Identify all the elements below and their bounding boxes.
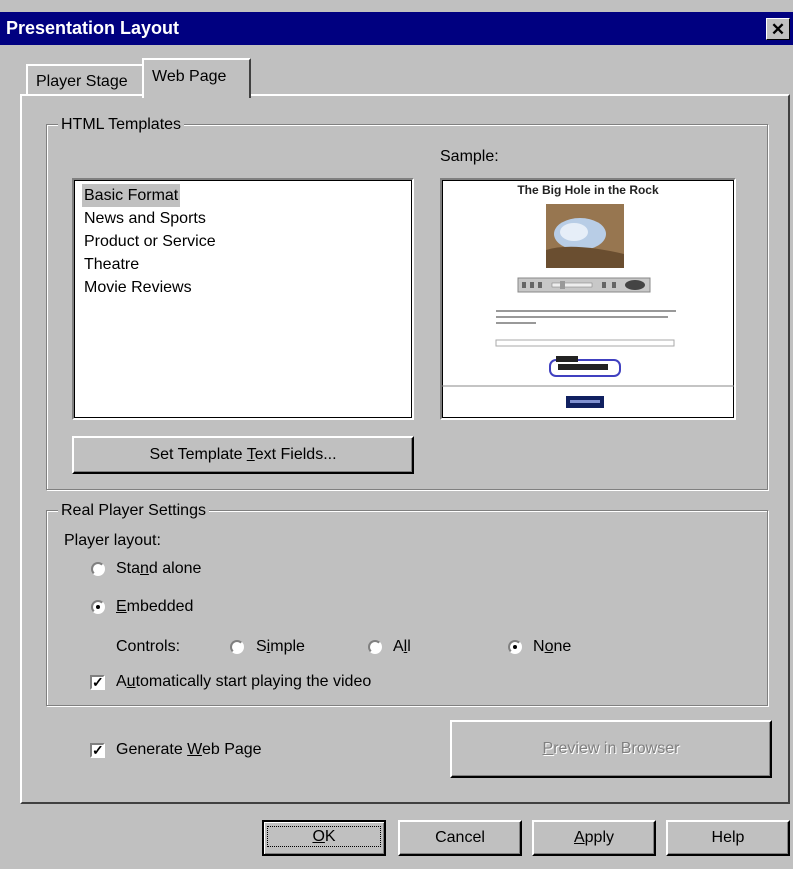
set-template-text-fields-button[interactable]: Set Template Text Fields...	[72, 436, 414, 474]
controls-simple-label[interactable]: Simple	[256, 638, 305, 656]
embedded-label[interactable]: Embedded	[116, 598, 193, 616]
tab-player-stage[interactable]: Player Stage	[26, 64, 144, 96]
cancel-label: Cancel	[435, 829, 485, 846]
window-title: Presentation Layout	[6, 18, 180, 38]
embedded-radio[interactable]	[91, 600, 105, 614]
ok-button[interactable]: OK	[262, 820, 386, 856]
list-item[interactable]: News and Sports	[82, 207, 208, 230]
stand-alone-radio[interactable]	[91, 562, 105, 576]
sample-preview-image	[442, 204, 734, 408]
help-button[interactable]: Help	[666, 820, 790, 856]
sample-label: Sample:	[440, 148, 499, 165]
ok-label: OK	[267, 826, 381, 847]
list-item[interactable]: Theatre	[82, 253, 141, 276]
list-item[interactable]: Movie Reviews	[82, 276, 194, 299]
stand-alone-label[interactable]: Stand alone	[116, 560, 201, 578]
html-templates-legend: HTML Templates	[58, 116, 185, 134]
template-list[interactable]: Basic Format News and Sports Product or …	[72, 178, 414, 420]
controls-all-radio[interactable]	[368, 640, 382, 654]
controls-simple-radio[interactable]	[230, 640, 244, 654]
list-item[interactable]: Basic Format	[82, 184, 181, 207]
controls-none-label[interactable]: None	[533, 638, 571, 656]
controls-all-label[interactable]: All	[393, 638, 411, 656]
preview-in-browser-label: Preview in Browser	[542, 740, 680, 757]
autostart-label[interactable]: Automatically start playing the video	[116, 673, 371, 691]
tab-web-page[interactable]: Web Page	[142, 58, 251, 98]
apply-button[interactable]: Apply	[532, 820, 656, 856]
generate-web-page-checkbox[interactable]: ✓	[90, 743, 105, 758]
generate-web-page-label[interactable]: Generate Web Page	[116, 741, 262, 759]
tab-player-stage-label: Player Stage	[36, 73, 128, 90]
title-bar: Presentation Layout ✕	[0, 12, 793, 45]
close-icon[interactable]: ✕	[766, 18, 790, 40]
list-item[interactable]: Product or Service	[82, 230, 218, 253]
preview-in-browser-button[interactable]: Preview in Browser	[450, 720, 772, 778]
controls-none-radio[interactable]	[508, 640, 522, 654]
set-template-text-fields-label: Set Template Text Fields...	[149, 446, 337, 463]
real-player-settings-legend: Real Player Settings	[58, 502, 209, 520]
tab-web-page-label: Web Page	[152, 68, 227, 85]
apply-label: Apply	[573, 829, 615, 846]
controls-label: Controls:	[116, 638, 181, 655]
sample-preview: The Big Hole in the Rock	[440, 178, 736, 420]
cancel-button[interactable]: Cancel	[398, 820, 522, 856]
player-layout-label: Player layout:	[64, 532, 161, 549]
autostart-checkbox[interactable]: ✓	[90, 675, 105, 690]
help-label: Help	[711, 829, 745, 846]
